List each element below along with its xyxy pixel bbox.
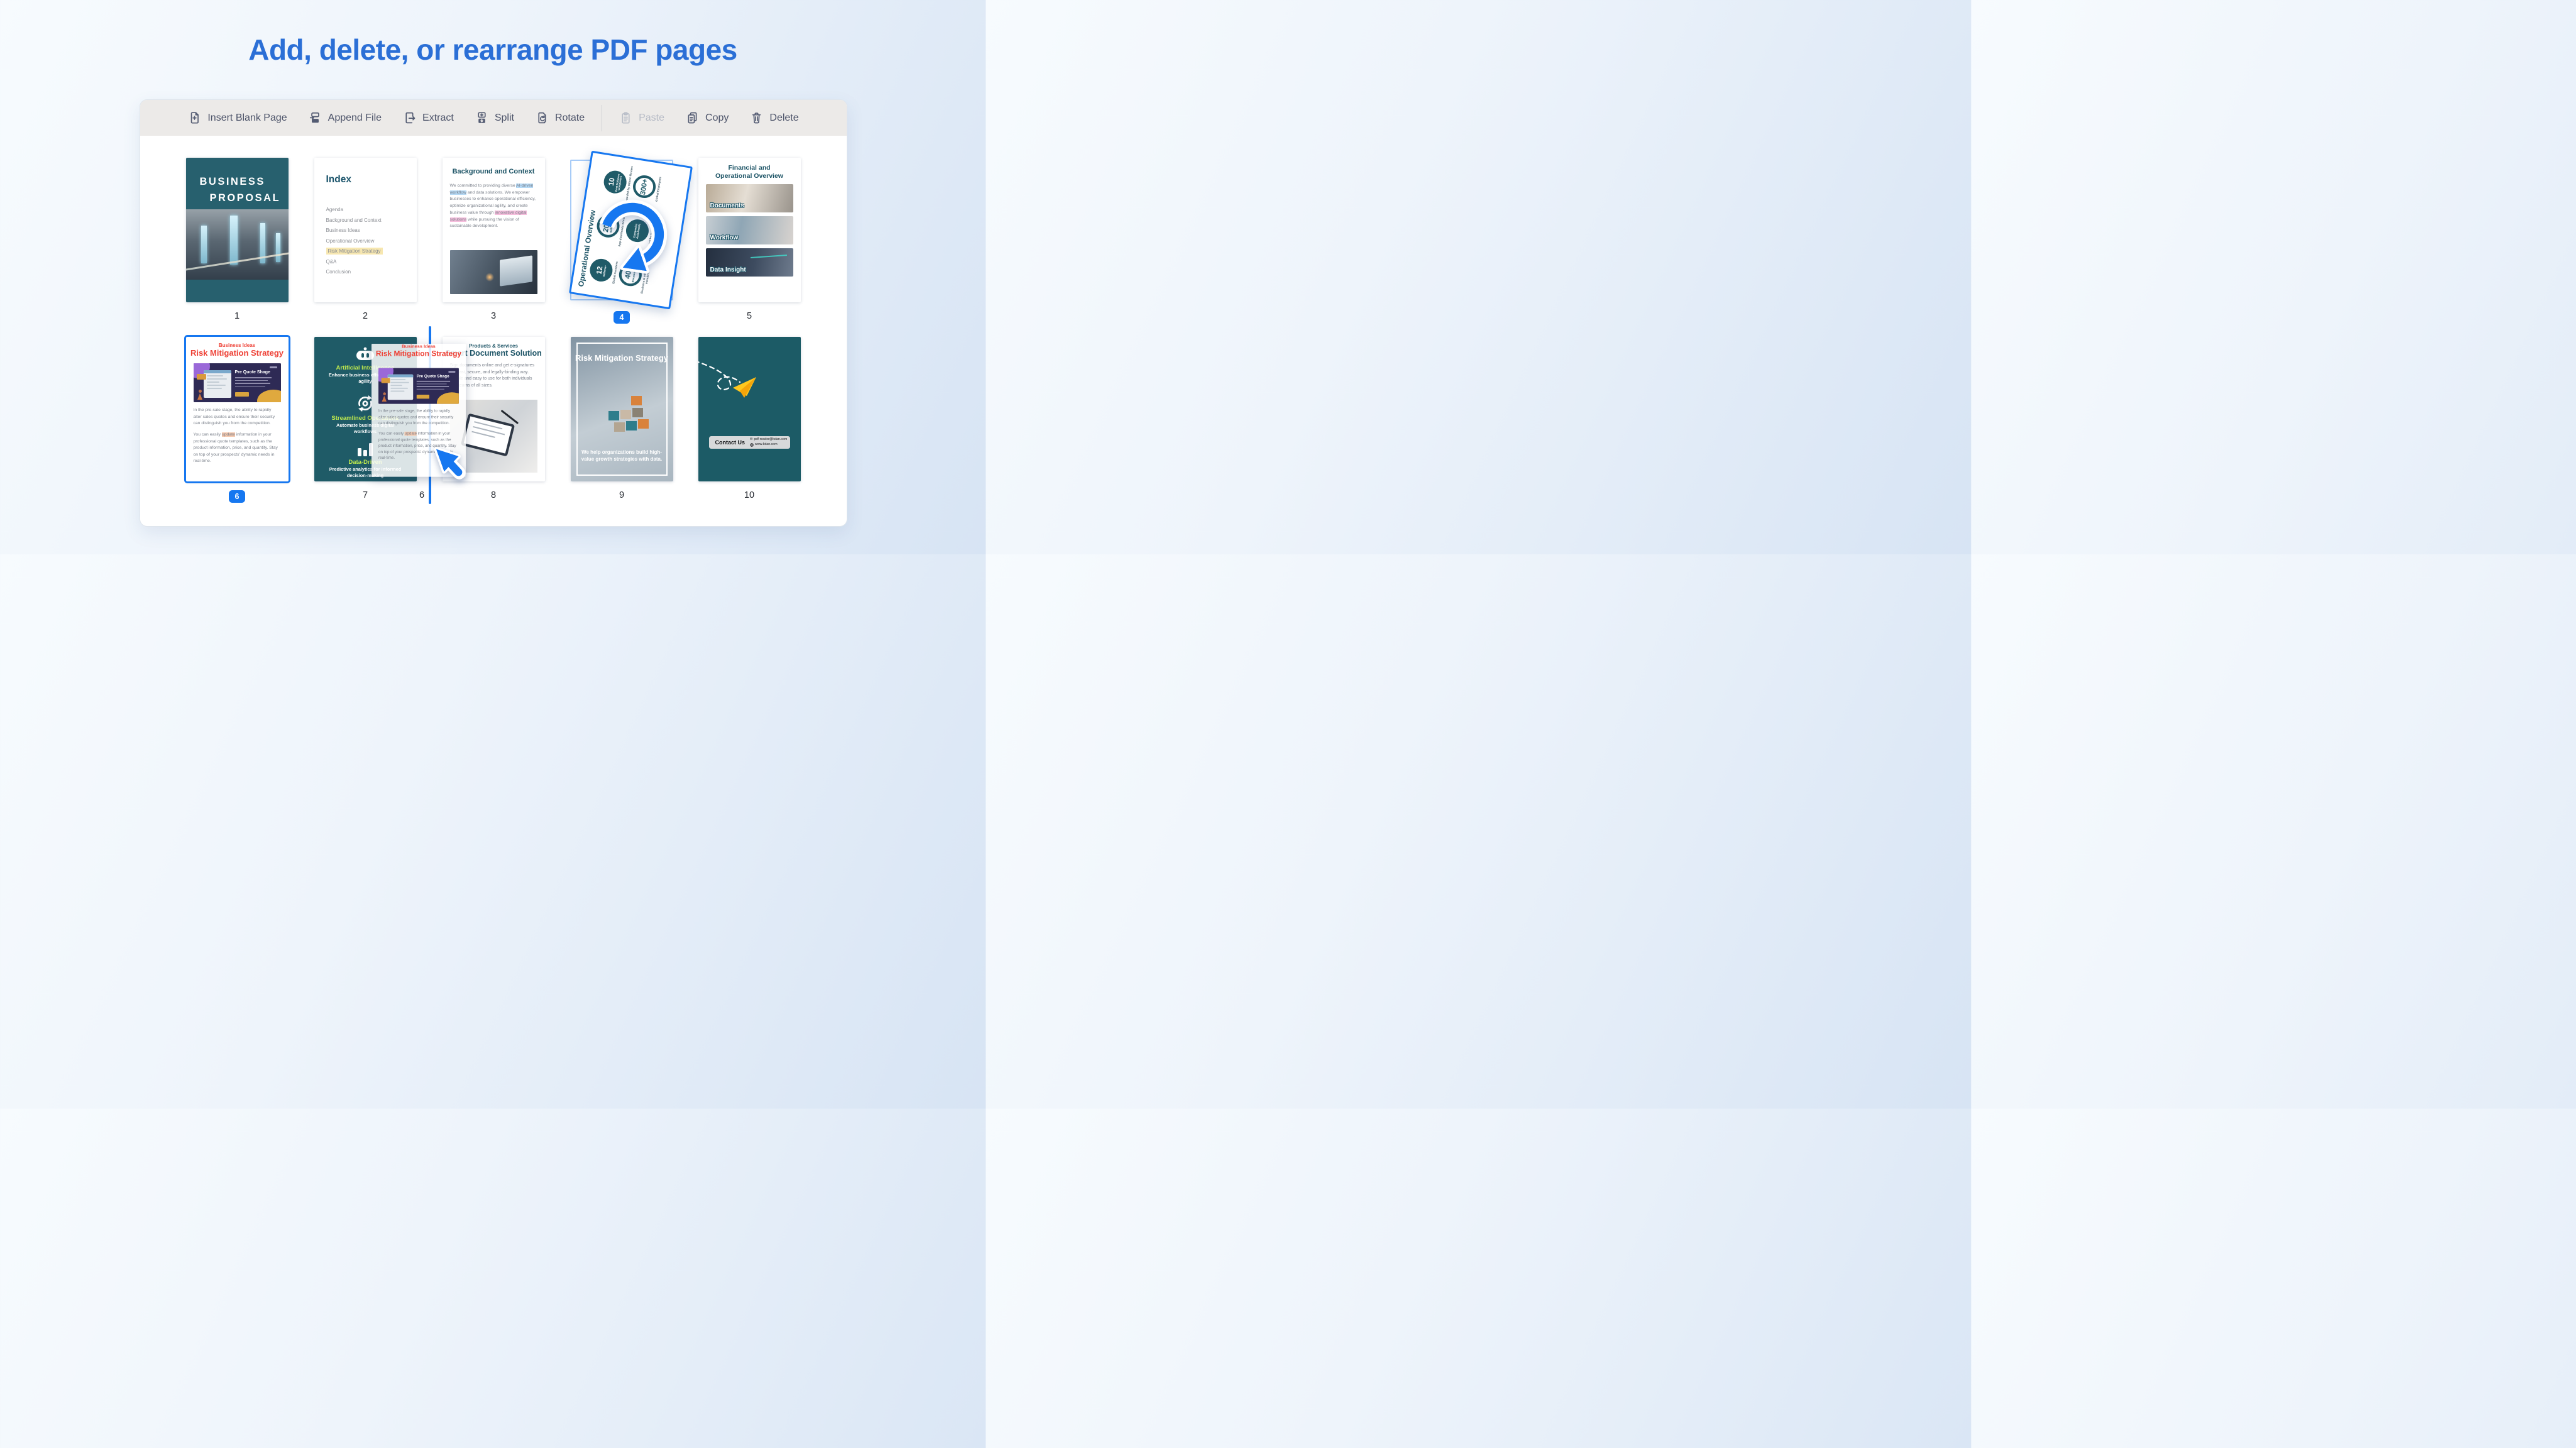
- extract-icon: [403, 111, 416, 124]
- contact-email: pdf-reader@kdan.com: [754, 437, 787, 442]
- page-number-3: 3: [475, 311, 512, 321]
- index-item-highlighted: Risk Mitigation Strategy: [326, 248, 417, 254]
- extract-label: Extract: [422, 112, 454, 124]
- index-item: Operational Overview: [326, 238, 417, 244]
- quote-illustration: Pre Quote Shage: [194, 363, 281, 402]
- delete-icon: [750, 111, 763, 124]
- copy-button[interactable]: Copy: [675, 100, 739, 136]
- page3-paragraph: We committed to providing diverse AI-dri…: [450, 183, 537, 230]
- delete-button[interactable]: Delete: [739, 100, 809, 136]
- index-list: Agenda Background and Context Business I…: [326, 207, 417, 275]
- stat: 40thousand+ Business & educational membe…: [615, 251, 653, 300]
- copy-label: Copy: [705, 112, 729, 124]
- index-item: Conclusion: [326, 269, 417, 275]
- data-insight-photo: Data Insight: [706, 248, 793, 277]
- index-title: Index: [326, 174, 417, 185]
- ghost-page-number: 6: [403, 490, 441, 500]
- extract-button[interactable]: Extract: [392, 100, 465, 136]
- page-thumbnail-4-rotated[interactable]: Operational Overview 12millions+ Global …: [569, 150, 693, 309]
- stat: 200millions+ App downloads worldwide: [593, 202, 627, 251]
- page-thumbnail-9[interactable]: Risk Mitigation Strategy We help organiz…: [571, 337, 673, 481]
- page-thumbnail-5[interactable]: Financial and Operational Overview Docum…: [698, 158, 801, 302]
- page-number-5: 5: [730, 311, 768, 321]
- page-thumbnail-1[interactable]: BUSINESS PROPOSAL: [186, 158, 289, 302]
- paper-plane-graphic: [698, 337, 801, 481]
- insert-blank-page-label: Insert Blank Page: [207, 112, 287, 124]
- globe-icon: [750, 443, 754, 447]
- append-file-label: Append File: [328, 112, 382, 124]
- contact-bar: Contact Us ✉pdf-reader@kdan.com www.kdan…: [709, 436, 790, 449]
- page3-title: Background and Context: [443, 168, 545, 175]
- laptop-photo: [450, 250, 537, 294]
- documents-photo: Documents: [706, 184, 793, 212]
- append-file-icon: [309, 111, 322, 124]
- stat: 10Best Software Companies Awarded by Sil…: [600, 158, 634, 207]
- page1-title-line1: BUSINESS: [200, 174, 289, 190]
- cursor-icon: [434, 447, 469, 483]
- workflow-photo: Workflow: [706, 216, 793, 244]
- split-label: Split: [495, 112, 514, 124]
- stat: 12millions+ Global members: [586, 246, 620, 295]
- insert-blank-page-icon: [188, 111, 201, 124]
- page-number-2: 2: [346, 311, 384, 321]
- copy-icon: [686, 111, 699, 124]
- page9-caption: We help organizations build high-value g…: [571, 449, 673, 463]
- index-item: Agenda: [326, 207, 417, 212]
- contact-label: Contact Us: [715, 439, 746, 446]
- insert-blank-page-button[interactable]: Insert Blank Page: [177, 100, 297, 136]
- split-button[interactable]: Split: [465, 100, 525, 136]
- page-thumbnail-6[interactable]: Business Ideas Risk Mitigation Strategy …: [186, 337, 289, 481]
- index-item: Business Ideas: [326, 228, 417, 233]
- paste-icon: [619, 111, 632, 124]
- page-thumbnail-10[interactable]: Contact Us ✉pdf-reader@kdan.com www.kdan…: [698, 337, 801, 481]
- append-file-button[interactable]: Append File: [298, 100, 392, 136]
- page6-title: Risk Mitigation Strategy: [186, 348, 289, 358]
- contact-website: www.kdan.com: [755, 442, 778, 447]
- stat: Companies Asia-Pacific Listed by by Fina…: [622, 207, 660, 256]
- email-icon: ✉: [750, 437, 752, 442]
- page1-title-line2: PROPOSAL: [210, 190, 289, 207]
- page-title: Add, delete, or rearrange PDF pages: [0, 33, 986, 67]
- page-number-1: 1: [218, 311, 256, 321]
- page-number-9: 9: [603, 490, 641, 500]
- page-thumbnail-3[interactable]: Background and Context We committed to p…: [443, 158, 545, 302]
- rotate-button[interactable]: Rotate: [525, 100, 595, 136]
- page-number-8: 8: [475, 490, 512, 500]
- split-icon: [475, 111, 488, 124]
- page5-title: Financial and Operational Overview: [698, 164, 801, 180]
- page6-paragraph-2: You can easily update information in you…: [194, 432, 281, 465]
- rotate-label: Rotate: [555, 112, 585, 124]
- index-item: Q&A: [326, 259, 417, 265]
- toolbar: Insert Blank Page Append File Extract: [140, 100, 847, 136]
- paste-label: Paste: [639, 112, 664, 124]
- page-number-7: 7: [346, 490, 384, 500]
- stat: 300+ Global Employees: [629, 163, 667, 212]
- page-number-badge-4: 4: [614, 311, 630, 324]
- page6-paragraph-1: In the pre-sale stage, the ability to ra…: [194, 407, 281, 427]
- page6-eyebrow: Business Ideas: [186, 343, 289, 348]
- page-number-10: 10: [730, 490, 768, 500]
- quote-illustration: Pre Quote Shage: [378, 368, 459, 404]
- paste-button[interactable]: Paste: [608, 100, 675, 136]
- index-item: Background and Context: [326, 217, 417, 223]
- delete-label: Delete: [769, 112, 798, 124]
- page9-title: Risk Mitigation Strategy: [571, 353, 673, 364]
- rotate-icon: [536, 111, 549, 124]
- page-number-badge-6: 6: [229, 490, 245, 503]
- pdf-page-manager-panel: Insert Blank Page Append File Extract: [140, 99, 847, 527]
- city-image: [186, 209, 289, 280]
- page-thumbnail-2[interactable]: Index Agenda Background and Context Busi…: [314, 158, 417, 302]
